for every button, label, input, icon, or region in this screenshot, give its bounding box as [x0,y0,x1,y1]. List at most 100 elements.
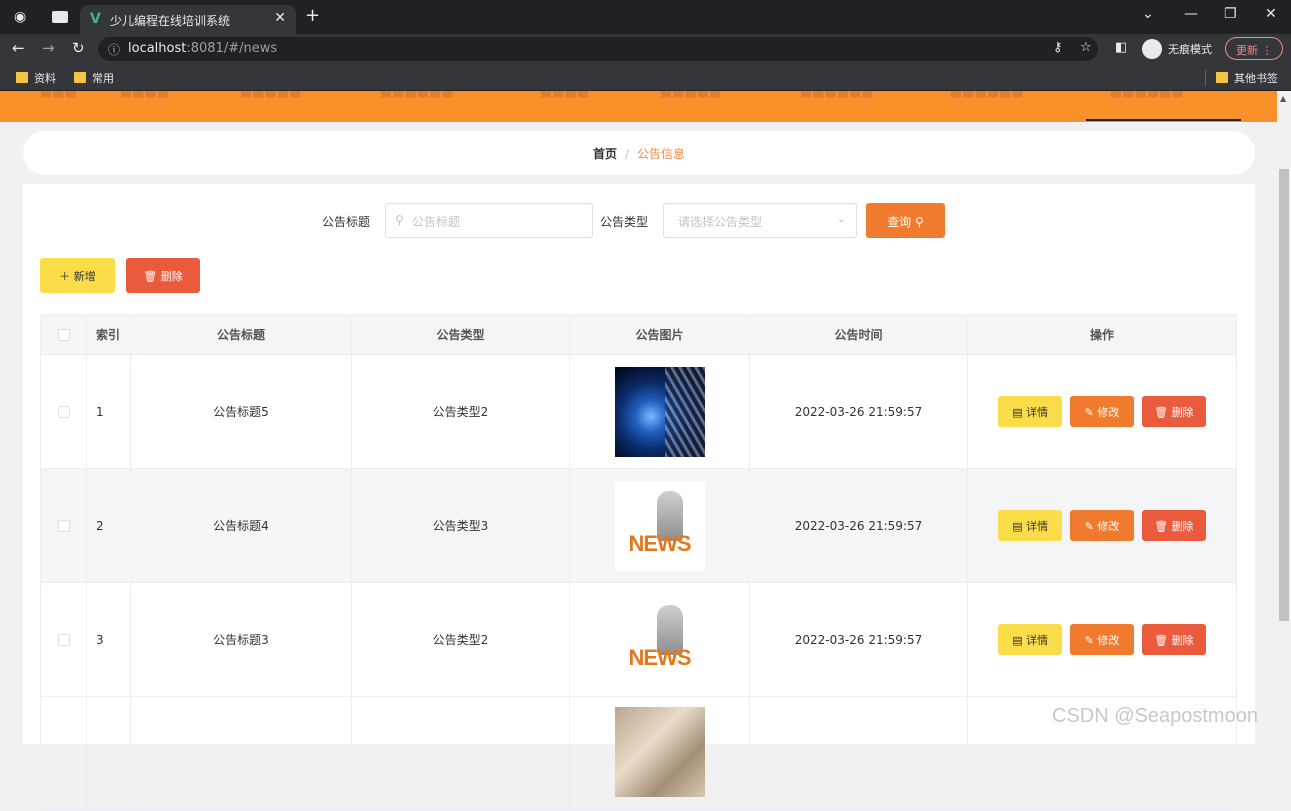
title-search-input[interactable]: ⚲ 公告标题 [385,203,593,238]
other-bookmarks[interactable]: 其他书签 [1205,70,1278,86]
row-actions: ▤ 详情 ✎ 修改 🗑 删除 [967,468,1237,583]
detail-button[interactable]: ▤ 详情 [998,510,1063,541]
row-image-cell [569,354,750,469]
row-image-cell: NEWS [569,582,750,697]
url-text: localhost:8081/#/news [128,41,278,56]
nav-item-cut[interactable]: ■■■■ [540,91,589,100]
folder-icon [74,72,86,83]
nav-item-cut[interactable]: ■■■■■■ [380,91,454,100]
key-icon[interactable]: ⚷ [1053,40,1063,55]
breadcrumb-current: 公告信息 [637,147,686,161]
row-time [749,696,968,811]
row-select-cell [40,582,87,697]
tab-list-chevron-icon[interactable]: ⌄ [1142,6,1154,22]
column-header-time: 公告时间 [749,314,968,355]
bookmark-star-icon[interactable]: ☆ [1080,40,1092,55]
vue-logo-icon: V [90,11,101,27]
browser-tab-strip: ◉ V 少儿编程在线培训系统 ✕ + ⌄ — ❐ ✕ [0,0,1291,34]
table-row[interactable]: 3 公告标题3 公告类型2 NEWS 2022-03-26 21:59:57 ▤… [40,582,1237,697]
bookmarks-bar: 资料 常用 其他书签 [0,63,1291,91]
update-button[interactable]: 更新 ⋮ [1225,37,1283,60]
new-tab-icon[interactable]: + [305,5,320,26]
edit-button[interactable]: ✎ 修改 [1070,396,1134,427]
pencil-icon: ✎ [1084,634,1094,647]
chevron-down-icon: ⌄ [836,212,846,225]
active-tab-underline [1086,119,1241,121]
column-header-title: 公告标题 [130,314,352,355]
row-time: 2022-03-26 21:59:57 [749,468,968,583]
folder-icon [1216,72,1228,83]
browser-profile-icon[interactable]: ◉ [14,9,30,25]
select-all-checkbox[interactable] [57,329,70,341]
plus-icon: ＋ [59,270,71,283]
bookmark-folder-ziliao[interactable]: 资料 [16,70,56,86]
globe-image[interactable] [614,366,705,457]
row-title: 公告标题5 [130,354,352,469]
delete-button[interactable]: 🗑 删除 [1141,510,1206,541]
nav-item-cut[interactable]: ■■■■■■ [800,91,874,100]
nav-item-active[interactable]: ■■■■■■ [1110,91,1184,100]
table-row[interactable]: 1 公告标题5 公告类型2 2022-03-26 21:59:57 ▤ 详情 ✎… [40,354,1237,469]
minimize-icon[interactable]: — [1184,6,1198,22]
edit-button[interactable]: ✎ 修改 [1070,510,1134,541]
scroll-up-arrow-icon[interactable]: ▲ [1280,94,1286,103]
row-select-cell [40,468,87,583]
row-checkbox[interactable] [57,634,70,646]
incognito-icon[interactable] [1142,39,1162,59]
search-icon: ⚲ [395,213,404,227]
bookmark-folder-changyong[interactable]: 常用 [74,70,114,86]
row-actions: ▤ 详情 ✎ 修改 🗑 删除 [967,582,1237,697]
tab-search-icon[interactable] [52,11,68,23]
news-image[interactable]: NEWS [614,480,705,571]
trash-icon: 🗑 [143,270,158,283]
batch-delete-button[interactable]: 🗑 删除 [126,258,200,293]
table-header-row: 索引 公告标题 公告类型 公告图片 公告时间 操作 [40,314,1237,355]
detail-button[interactable]: ▤ 详情 [998,396,1063,427]
breadcrumb-separator: / [624,147,630,161]
row-image-cell: NEWS [569,468,750,583]
title-filter-label: 公告标题 [322,215,371,229]
trash-icon: 🗑 [1154,406,1169,419]
row-checkbox[interactable] [57,406,70,418]
watermark: CSDN @Seapostmoon [1052,705,1258,727]
row-type: 公告类型2 [351,582,570,697]
row-type: 公告类型3 [351,468,570,583]
row-index [86,696,131,811]
side-panel-icon[interactable]: ◧ [1115,40,1127,55]
row-index: 1 [86,354,131,469]
row-select-cell [40,696,87,811]
nav-item-cut[interactable]: ■■■■■■ [950,91,1024,100]
nav-item-cut[interactable]: ■■■■ [120,91,169,100]
type-select[interactable]: 请选择公告类型 ⌄ [663,203,857,238]
nav-item-cut[interactable]: ■■■ [40,91,77,100]
breadcrumb-home[interactable]: 首页 [593,147,617,161]
restore-icon[interactable]: ❐ [1224,6,1237,22]
address-toolbar: ← → ↻ ⓘ localhost:8081/#/news ⚷ ☆ ◧ 无痕模式… [0,34,1291,63]
select-all-cell [40,314,87,355]
pencil-icon: ✎ [1084,520,1094,533]
page-scrollbar[interactable]: ▲ [1277,91,1291,738]
back-icon[interactable]: ← [12,39,25,57]
browser-tab[interactable]: V 少儿编程在线培训系统 ✕ [80,5,296,34]
edit-button[interactable]: ✎ 修改 [1070,624,1134,655]
delete-button[interactable]: 🗑 删除 [1141,396,1206,427]
nav-item-cut[interactable]: ■■■■■ [240,91,301,100]
row-select-cell [40,354,87,469]
query-button[interactable]: 查询 ⚲ [866,203,945,238]
delete-button[interactable]: 🗑 删除 [1141,624,1206,655]
row-checkbox[interactable] [57,520,70,532]
news-image[interactable]: NEWS [614,594,705,685]
type-filter-label: 公告类型 [600,215,649,229]
close-window-icon[interactable]: ✕ [1265,6,1277,22]
detail-button[interactable]: ▤ 详情 [998,624,1063,655]
scrollbar-thumb[interactable] [1279,169,1289,621]
forward-icon[interactable]: → [42,39,55,57]
reload-icon[interactable]: ↻ [72,39,85,57]
table-row[interactable]: 2 公告标题4 公告类型3 NEWS 2022-03-26 21:59:57 ▤… [40,468,1237,583]
site-info-icon[interactable]: ⓘ [108,41,120,58]
nav-item-cut[interactable]: ■■■■■ [660,91,721,100]
close-tab-icon[interactable]: ✕ [274,10,286,26]
paper-image[interactable] [614,707,705,797]
address-bar[interactable]: ⓘ localhost:8081/#/news [98,37,1098,61]
add-button[interactable]: ＋ 新增 [40,258,115,293]
